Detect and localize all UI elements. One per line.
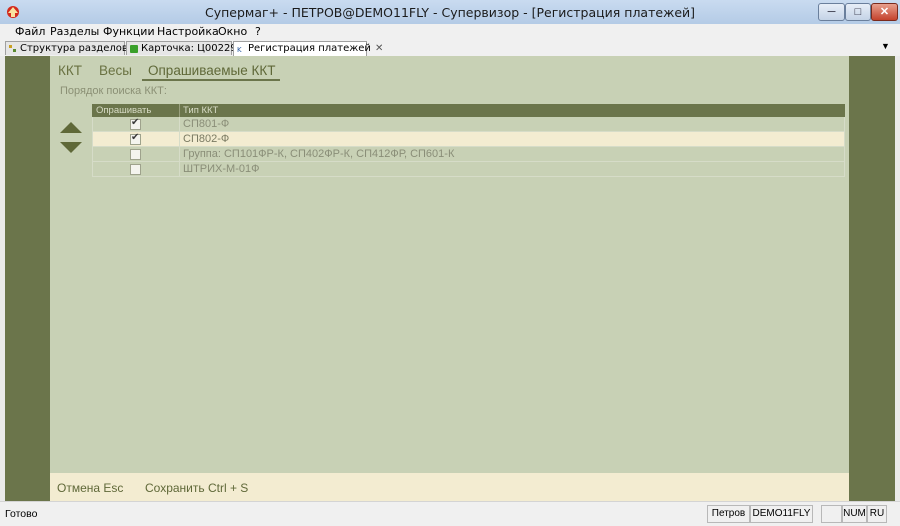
kkt-type-cell: ШТРИХ-М-01Ф [183, 163, 260, 175]
menu-file[interactable]: Файл [15, 25, 45, 38]
maximize-button[interactable]: □ [845, 3, 871, 21]
minimize-icon: ─ [827, 6, 836, 18]
status-num-lock: NUM [842, 505, 867, 523]
row-separator [179, 147, 180, 162]
close-button[interactable]: ✕ [871, 3, 898, 21]
right-side-band [849, 56, 895, 501]
menu-settings[interactable]: Настройка [157, 25, 219, 38]
row-border [92, 162, 93, 177]
status-database: DEMO11FLY [750, 505, 813, 523]
tree-icon [9, 45, 16, 52]
poll-checkbox[interactable] [130, 149, 141, 160]
table-row[interactable]: Группа: СП101ФР-К, СП402ФР-К, СП412ФР, С… [92, 147, 845, 162]
move-up-arrow-icon[interactable] [60, 122, 82, 133]
frame-border-right [895, 56, 900, 501]
table-row[interactable]: ✔ СП802-Ф [92, 132, 845, 147]
status-user: Петров [707, 505, 750, 523]
kkt-type-cell: СП802-Ф [183, 133, 230, 145]
poll-checkbox[interactable]: ✔ [130, 117, 141, 130]
left-side-band [5, 56, 50, 501]
row-border [92, 132, 93, 147]
menu-help[interactable]: ? [255, 25, 261, 38]
menu-functions[interactable]: Функции [103, 25, 155, 38]
poll-checkbox[interactable]: ✔ [130, 132, 141, 145]
column-header-type[interactable]: Тип ККТ [183, 104, 218, 117]
menu-bar: Файл Разделы Функции Настройка Окно ? [0, 24, 900, 40]
row-border [844, 132, 845, 147]
column-header-poll[interactable]: Опрашивать [96, 104, 151, 117]
card-icon [130, 45, 138, 53]
status-language: RU [867, 505, 887, 523]
subtab-scales[interactable]: Весы [99, 63, 132, 78]
row-border [92, 147, 93, 162]
row-separator [179, 162, 180, 177]
row-border [844, 147, 845, 162]
kkt-type-cell: СП801-Ф [183, 118, 230, 130]
poll-checkbox[interactable] [130, 164, 141, 175]
menu-sections[interactable]: Разделы [50, 25, 99, 38]
table-row[interactable]: ШТРИХ-М-01Ф [92, 162, 845, 177]
cancel-button[interactable]: Отмена Esc [57, 481, 123, 495]
row-border [844, 162, 845, 177]
title-bar: Супермаг+ - ПЕТРОВ@DEMO11FLY - Супервизо… [0, 0, 900, 24]
tab-card[interactable]: Карточка: Ц002297 [126, 41, 243, 55]
search-order-label: Порядок поиска ККТ: [60, 85, 167, 97]
row-border [92, 117, 93, 132]
action-footer: Отмена Esc Сохранить Ctrl + S [50, 473, 849, 501]
tab-label: Структура разделов [20, 43, 128, 54]
check-icon: ✔ [131, 132, 140, 143]
tab-label: Регистрация платежей [248, 43, 371, 54]
save-button[interactable]: Сохранить Ctrl + S [145, 481, 248, 495]
kkt-type-cell: Группа: СП101ФР-К, СП402ФР-К, СП412ФР, С… [183, 148, 455, 160]
tab-label: Карточка: Ц002297 [141, 43, 244, 54]
subtab-kkt[interactable]: ККТ [58, 63, 82, 78]
row-separator [179, 132, 180, 147]
close-icon: ✕ [879, 6, 890, 18]
subtab-polled-kkt[interactable]: Опрашиваемые ККТ [148, 63, 275, 78]
row-border [844, 117, 845, 132]
window-title: Супермаг+ - ПЕТРОВ@DEMO11FLY - Супервизо… [204, 5, 696, 20]
row-separator [179, 117, 180, 132]
main-panel: ККТ Весы Опрашиваемые ККТ Порядок поиска… [50, 56, 849, 473]
tab-close-icon[interactable]: ✕ [375, 43, 383, 54]
move-down-arrow-icon[interactable] [60, 142, 82, 153]
check-icon: ✔ [131, 117, 140, 128]
register-icon: K [237, 46, 242, 53]
header-separator [179, 104, 180, 117]
tab-payment-registration[interactable]: K Регистрация платежей ✕ [233, 41, 383, 56]
table-row[interactable]: ✔ СП801-Ф [92, 117, 845, 132]
status-text: Готово [5, 508, 38, 520]
status-bar: Готово Петров DEMO11FLY NUM RU [0, 501, 900, 526]
active-subtab-indicator [142, 79, 280, 81]
document-tab-strip: Структура разделов Карточка: Ц002297 K Р… [0, 40, 900, 57]
tab-section-structure[interactable]: Структура разделов [5, 41, 128, 55]
minimize-button[interactable]: ─ [818, 3, 845, 21]
menu-window[interactable]: Окно [218, 25, 247, 38]
kkt-grid: Опрашивать Тип ККТ ✔ СП801-Ф ✔ СП802-Ф Г… [92, 104, 845, 177]
maximize-icon: □ [854, 6, 862, 18]
grid-header: Опрашивать Тип ККТ [92, 104, 845, 117]
tab-list-dropdown-icon[interactable]: ▼ [881, 41, 890, 51]
status-empty-panel [821, 505, 842, 523]
svg-text:K: K [237, 46, 242, 53]
